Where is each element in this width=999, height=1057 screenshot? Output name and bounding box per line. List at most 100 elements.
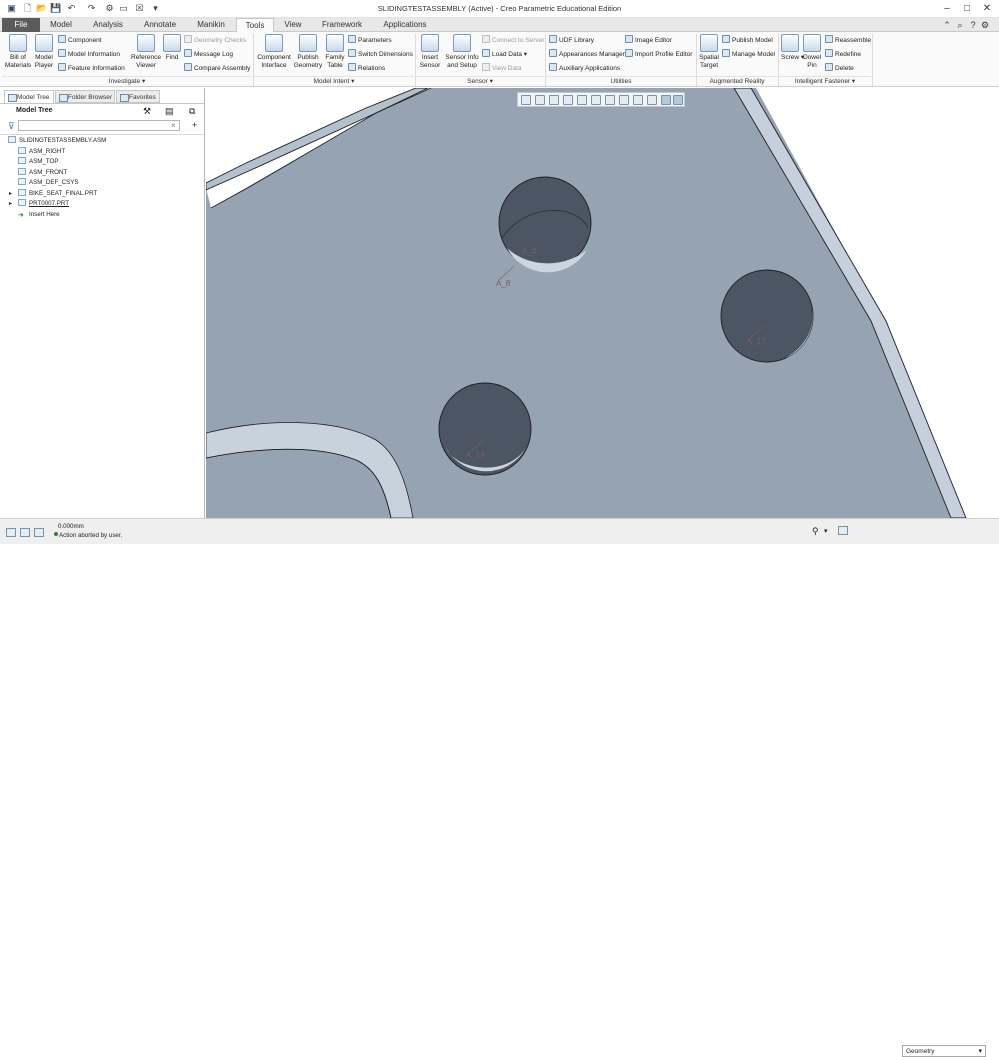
spatial-target-button[interactable]: Spatial Target bbox=[698, 34, 720, 69]
model-information-button[interactable]: Model Information bbox=[58, 49, 120, 59]
feature-information-button[interactable]: Feature Information bbox=[58, 63, 125, 73]
zoom-in-icon[interactable] bbox=[535, 95, 545, 105]
model-view[interactable]: A_8 A_4 A_17 A_19 bbox=[206, 88, 999, 518]
tab-favorites[interactable]: Favorites bbox=[116, 90, 160, 103]
publish-geometry-button[interactable]: Publish Geometry bbox=[293, 34, 323, 69]
hole-a19[interactable] bbox=[438, 382, 532, 476]
reassemble-button[interactable]: Reassemble bbox=[825, 35, 871, 45]
tab-applications[interactable]: Applications bbox=[374, 18, 436, 32]
tree-item[interactable]: ➜ Insert Here bbox=[0, 210, 204, 220]
filter-icon[interactable]: ⊽ bbox=[8, 121, 15, 132]
bill-of-materials-button[interactable]: Bill of Materials bbox=[4, 34, 32, 69]
show-icon[interactable]: ▤ bbox=[165, 106, 174, 117]
annotation-display-icon[interactable] bbox=[647, 95, 657, 105]
insert-sensor-button[interactable]: Insert Sensor bbox=[417, 34, 443, 69]
switch-dimensions-button[interactable]: Switch Dimensions bbox=[348, 49, 413, 59]
section-icon[interactable] bbox=[633, 95, 643, 105]
message-log-button[interactable]: Message Log bbox=[184, 49, 233, 59]
sensor-info-button[interactable]: Sensor Info and Setup bbox=[445, 34, 479, 69]
model-player-button[interactable]: Model Player bbox=[32, 34, 56, 69]
selection-filter-select[interactable]: Geometry ▾ bbox=[902, 1045, 986, 1057]
tab-framework[interactable]: Framework bbox=[312, 18, 372, 32]
maximize-button[interactable]: □ bbox=[956, 1, 978, 16]
close-button[interactable]: ✕ bbox=[976, 1, 998, 16]
tab-manikin[interactable]: Manikin bbox=[188, 18, 234, 32]
group-sensor[interactable]: Sensor ▾ bbox=[416, 76, 544, 86]
help-icon[interactable]: ? bbox=[968, 20, 978, 30]
settings-icon[interactable]: ⚙ bbox=[980, 20, 990, 30]
repaint-icon[interactable] bbox=[563, 95, 573, 105]
tree-item[interactable]: ASM_FRONT bbox=[0, 167, 204, 178]
image-editor-button[interactable]: Image Editor bbox=[625, 35, 672, 45]
hole-a17[interactable] bbox=[720, 269, 814, 363]
publish-model-button[interactable]: Publish Model bbox=[722, 35, 773, 45]
view-data-button[interactable]: View Data bbox=[482, 63, 522, 73]
tree-item[interactable]: ▸ PRT0007.PRT bbox=[0, 199, 204, 209]
component-interface-button[interactable]: Component Interface bbox=[256, 34, 292, 69]
redefine-button[interactable]: Redefine bbox=[825, 49, 861, 59]
reference-viewer-button[interactable]: Reference Viewer bbox=[130, 34, 162, 69]
group-model-intent[interactable]: Model Intent ▾ bbox=[254, 76, 414, 86]
tab-model[interactable]: Model bbox=[42, 18, 80, 32]
tree-columns-icon[interactable]: ⧉ bbox=[189, 106, 195, 117]
view-manager-icon[interactable] bbox=[619, 95, 629, 105]
find-dropdown-icon[interactable]: ▾ bbox=[824, 527, 828, 535]
tree-item[interactable]: ASM_RIGHT bbox=[0, 146, 204, 157]
appearances-manager-button[interactable]: Appearances Manager bbox=[549, 49, 625, 59]
tree-item[interactable]: ASM_TOP bbox=[0, 157, 204, 167]
saved-orientations-icon[interactable] bbox=[605, 95, 615, 105]
minimize-button[interactable]: – bbox=[936, 1, 958, 16]
screw-button[interactable]: Screw ▾ bbox=[781, 34, 804, 62]
collapse-ribbon-icon[interactable]: ⌃ bbox=[942, 20, 952, 30]
add-filter-icon[interactable]: + bbox=[192, 120, 197, 130]
tab-tools[interactable]: Tools bbox=[236, 18, 274, 33]
component-info-button[interactable]: Component bbox=[58, 35, 102, 45]
family-table-button[interactable]: Family Table bbox=[324, 34, 346, 69]
tree-search-input[interactable] bbox=[18, 120, 180, 131]
clear-search-icon[interactable]: × bbox=[171, 121, 176, 130]
zoom-out-icon[interactable] bbox=[549, 95, 559, 105]
graphics-area[interactable]: A_8 A_4 A_17 A_19 bbox=[206, 88, 999, 518]
display-style-icon[interactable] bbox=[591, 95, 601, 105]
geometry-checks-button[interactable]: Geometry Checks bbox=[184, 35, 246, 45]
tree-item[interactable]: ▸ BIKE_SEAT_FINAL.PRT bbox=[0, 188, 204, 199]
component-interface-icon bbox=[265, 34, 283, 52]
search-icon[interactable]: ⌕ bbox=[955, 20, 965, 30]
tab-file[interactable]: File bbox=[2, 18, 40, 32]
auxiliary-applications-button[interactable]: Auxiliary Applications bbox=[549, 63, 620, 73]
binoculars-icon bbox=[163, 34, 181, 52]
tab-model-tree[interactable]: Model Tree bbox=[4, 90, 54, 103]
compare-assembly-button[interactable]: Compare Assembly bbox=[184, 63, 250, 73]
toggle-navigator-icon[interactable] bbox=[6, 528, 16, 537]
connect-to-server-button[interactable]: Connect to Server bbox=[482, 35, 544, 45]
tree-root-item[interactable]: SLIDINGTESTASSEMBLY.ASM bbox=[0, 136, 204, 146]
toggle-browser-icon[interactable] bbox=[20, 528, 30, 537]
tree-item[interactable]: ASM_DEF_CSYS bbox=[0, 178, 204, 188]
manage-model-button[interactable]: Manage Model bbox=[722, 49, 775, 59]
spin-center-icon[interactable] bbox=[673, 95, 683, 105]
selection-buffer-icon[interactable] bbox=[838, 526, 848, 535]
tab-view[interactable]: View bbox=[276, 18, 310, 32]
delete-fastener-button[interactable]: Delete bbox=[825, 63, 854, 73]
dowel-pin-button[interactable]: Dowel Pin bbox=[802, 34, 822, 69]
expand-icon[interactable]: ▸ bbox=[9, 199, 12, 209]
refit-icon[interactable] bbox=[521, 95, 531, 105]
load-data-button[interactable]: Load Data ▾ bbox=[482, 49, 527, 59]
tab-folder-browser[interactable]: Folder Browser bbox=[55, 90, 115, 103]
tree-settings-icon[interactable]: ⚒ bbox=[143, 106, 151, 117]
tab-analysis[interactable]: Analysis bbox=[84, 18, 132, 32]
plate-top-face[interactable] bbox=[206, 88, 966, 518]
expand-icon[interactable]: ▸ bbox=[9, 189, 12, 199]
datum-display-icon[interactable] bbox=[661, 95, 671, 105]
perspective-view-icon[interactable] bbox=[577, 95, 587, 105]
relations-button[interactable]: Relations bbox=[348, 63, 385, 73]
full-screen-icon[interactable] bbox=[34, 528, 44, 537]
udf-library-button[interactable]: UDF Library bbox=[549, 35, 594, 45]
find-icon[interactable]: ⚲ bbox=[812, 526, 819, 537]
tab-annotate[interactable]: Annotate bbox=[134, 18, 186, 32]
group-investigate[interactable]: Investigate ▾ bbox=[2, 76, 252, 86]
find-button[interactable]: Find bbox=[162, 34, 182, 62]
import-profile-editor-button[interactable]: Import Profile Editor bbox=[625, 49, 692, 59]
group-intelligent-fastener[interactable]: Intelligent Fastener ▾ bbox=[779, 76, 871, 86]
parameters-button[interactable]: Parameters bbox=[348, 35, 392, 45]
